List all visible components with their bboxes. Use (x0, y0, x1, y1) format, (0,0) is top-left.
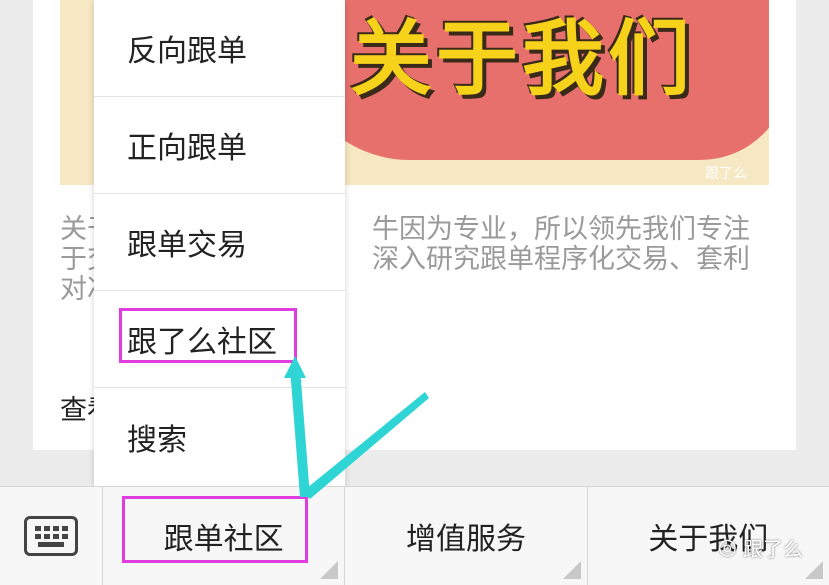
arrow-shaft-up (290, 368, 310, 497)
annotation-arrow (284, 356, 429, 499)
arrow-tail-diagonal (302, 392, 429, 499)
arrow-head-up (284, 356, 306, 378)
